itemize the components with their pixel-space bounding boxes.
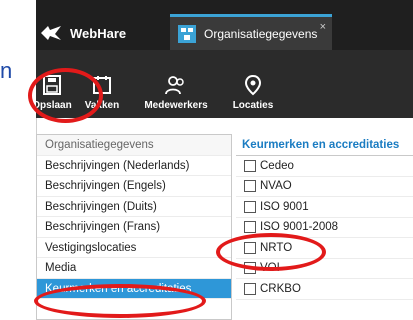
locations-label: Locaties <box>232 100 274 111</box>
partial-heading-letter: n <box>0 58 13 83</box>
brand[interactable]: WebHare <box>40 20 126 46</box>
checkbox-label: CRKBO <box>260 282 301 295</box>
checkbox-row[interactable]: CRKBO <box>236 279 413 300</box>
people-icon <box>165 76 184 95</box>
checkbox-row[interactable]: ISO 9001 <box>236 197 413 218</box>
checkbox-label: Cedeo <box>260 159 294 172</box>
accreditations-pane: Keurmerken en accreditaties Cedeo NVAO I… <box>236 134 413 320</box>
location-pin-icon <box>244 74 262 96</box>
list-item[interactable]: Beschrijvingen (Engels) <box>37 176 231 197</box>
staff-button[interactable]: Medewerkers <box>136 74 216 111</box>
checkbox[interactable] <box>244 282 256 295</box>
staff-label: Medewerkers <box>144 100 208 111</box>
checkbox-row[interactable]: NVAO <box>236 177 413 197</box>
webhare-logo-icon <box>41 26 61 40</box>
close-icon[interactable]: × <box>320 21 326 33</box>
checkbox[interactable] <box>244 221 256 234</box>
tab-label: Organisatiegegevens <box>204 26 318 41</box>
organization-icon <box>178 24 196 43</box>
annotation-circle-nrto <box>216 233 326 271</box>
checkbox[interactable] <box>244 200 256 213</box>
locations-button[interactable]: Locaties <box>230 74 276 111</box>
annotation-circle-save <box>28 68 103 123</box>
list-item[interactable]: Beschrijvingen (Nederlands) <box>37 156 231 176</box>
list-item[interactable]: Beschrijvingen (Duits) <box>37 197 231 217</box>
checkbox-label: NVAO <box>260 180 292 193</box>
checkbox-label: ISO 9001-2008 <box>260 221 339 234</box>
pane-title: Keurmerken en accreditaties <box>236 134 413 156</box>
list-item[interactable]: Beschrijvingen (Frans) <box>37 217 231 238</box>
tab-organisatiegegevens[interactable]: Organisatiegegevens × <box>170 14 332 50</box>
checkbox-label: ISO 9001 <box>260 200 309 213</box>
list-item[interactable]: Media <box>37 258 231 279</box>
list-item[interactable]: Organisatiegegevens <box>37 135 231 156</box>
checkbox-row[interactable]: Cedeo <box>236 156 413 177</box>
checkbox[interactable] <box>244 180 256 193</box>
brand-name: WebHare <box>70 25 127 41</box>
list-item[interactable]: Vestigingslocaties <box>37 238 231 258</box>
annotation-circle-keurmerken <box>34 284 206 318</box>
checkbox[interactable] <box>244 159 256 172</box>
